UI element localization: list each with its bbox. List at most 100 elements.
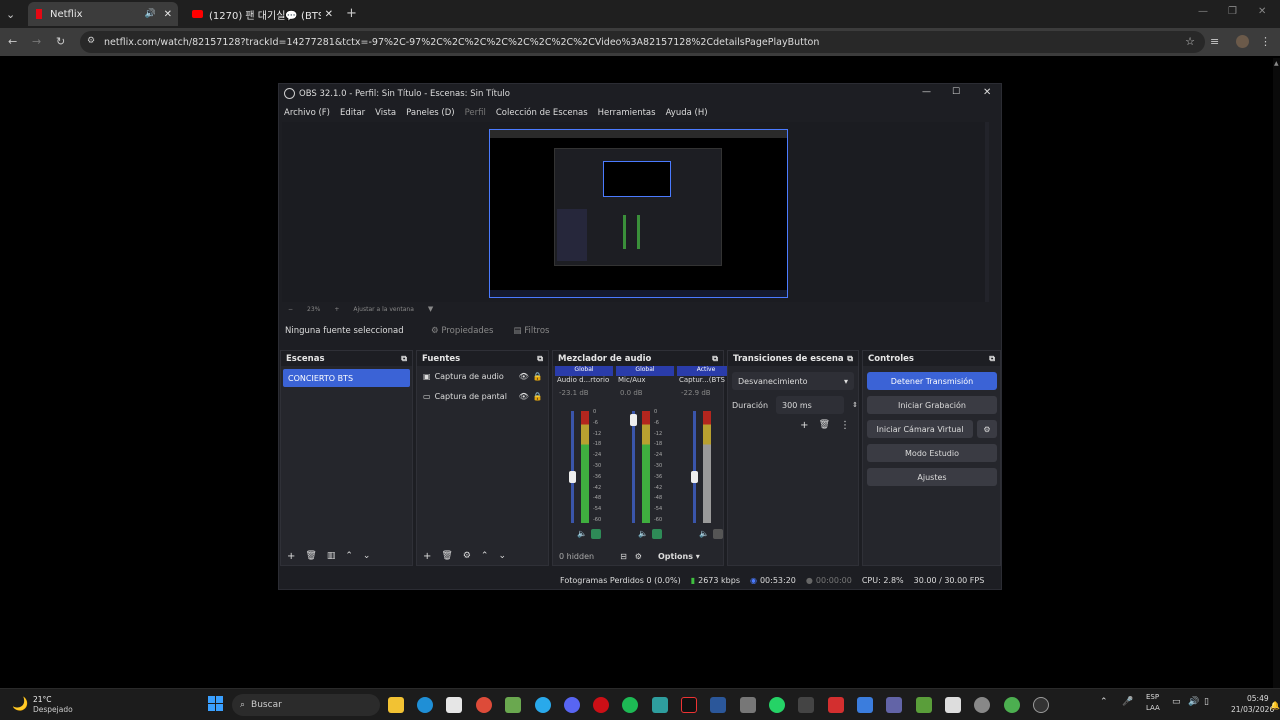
undock-icon[interactable]: ⧉	[712, 354, 718, 364]
app-white-icon[interactable]	[945, 697, 961, 713]
scene-filter-icon[interactable]: ▥	[327, 551, 336, 561]
obs-close-icon[interactable]: ✕	[983, 87, 991, 98]
trash-icon[interactable]: 🗑	[441, 551, 452, 561]
close-tab-icon[interactable]: ✕	[325, 9, 333, 20]
chrome-icon[interactable]	[476, 697, 492, 713]
menu-dots-icon[interactable]: ⋮	[1260, 35, 1271, 48]
trash-icon[interactable]: 🗑	[819, 420, 830, 431]
image-app-icon[interactable]	[916, 697, 932, 713]
fader-handle[interactable]	[630, 414, 637, 426]
volume-fader[interactable]	[632, 411, 635, 523]
tab-list-chevron-icon[interactable]: ⌄	[6, 8, 15, 21]
profile-avatar[interactable]	[1236, 35, 1249, 48]
word-icon[interactable]	[710, 697, 726, 713]
capcut-icon[interactable]	[652, 697, 668, 713]
mute-speaker-icon[interactable]: 🔈	[577, 529, 587, 538]
channel-name[interactable]: Audio d...rtorio	[555, 376, 613, 389]
channel-name[interactable]: Mic/Aux	[616, 376, 674, 389]
more-dots-icon[interactable]: ⋮	[840, 420, 850, 431]
tab-youtube[interactable]: (1270) 팬 대기실💬 (BTS 컴백 ✕	[184, 2, 339, 26]
scroll-up-arrow-icon[interactable]: ▲	[1274, 60, 1279, 68]
add-icon[interactable]: +	[800, 420, 808, 431]
undock-icon[interactable]: ⧉	[401, 354, 407, 364]
media-controls-icon[interactable]: ≡	[1210, 35, 1219, 48]
duration-input[interactable]: 300 ms	[776, 396, 845, 414]
trash-icon[interactable]: 🗑	[305, 551, 316, 561]
close-tab-icon[interactable]: ✕	[164, 9, 172, 20]
lock-icon[interactable]: 🔒	[533, 392, 543, 401]
address-bar[interactable]: ⚙ netflix.com/watch/82157128?trackId=142…	[80, 31, 1205, 53]
volume-icon[interactable]: 🔊	[1188, 697, 1199, 707]
move-up-icon[interactable]: ⌃	[481, 551, 489, 561]
close-window-icon[interactable]: ✕	[1258, 6, 1266, 17]
maximize-icon[interactable]: ❐	[1228, 6, 1237, 17]
zoom-out-button[interactable]: −	[288, 306, 293, 313]
transition-select[interactable]: Desvanecimiento ▾	[732, 372, 854, 390]
weather-moon-icon[interactable]: 🌙	[12, 697, 28, 712]
add-icon[interactable]: +	[423, 551, 431, 562]
clock-time[interactable]: 05:49	[1247, 694, 1269, 703]
monitor-headphones-icon[interactable]	[713, 529, 723, 539]
opera-icon[interactable]	[593, 697, 609, 713]
obs-maximize-icon[interactable]: ☐	[952, 87, 960, 97]
source-item[interactable]: ▣ Captura de audio 👁 🔒	[417, 366, 548, 386]
battery-icon[interactable]: ▯	[1204, 697, 1209, 707]
bookmark-star-icon[interactable]: ☆	[1185, 35, 1195, 48]
advanced-audio-icon[interactable]: ⚙	[635, 552, 642, 561]
filters-button[interactable]: ▤ Filtros	[513, 326, 549, 336]
move-down-icon[interactable]: ⌄	[498, 551, 506, 561]
menu-ayuda[interactable]: Ayuda (H)	[666, 108, 708, 118]
monitor-headphones-icon[interactable]	[652, 529, 662, 539]
undock-icon[interactable]: ⧉	[847, 354, 853, 364]
move-up-icon[interactable]: ⌃	[345, 551, 353, 561]
teams-icon[interactable]	[886, 697, 902, 713]
lock-icon[interactable]: 🔒	[533, 372, 543, 381]
add-icon[interactable]: +	[287, 551, 295, 562]
weather-desc[interactable]: Despejado	[33, 705, 73, 714]
visibility-eye-icon[interactable]: 👁	[519, 392, 529, 401]
studio-mode-button[interactable]: Modo Estudio	[867, 444, 997, 462]
obs-minimize-icon[interactable]: —	[922, 87, 931, 97]
menu-archivo[interactable]: Archivo (F)	[284, 108, 330, 118]
microphone-icon[interactable]: 🎤	[1122, 697, 1133, 707]
start-recording-button[interactable]: Iniciar Grabación	[867, 396, 997, 414]
weather-temp[interactable]: 21°C	[33, 695, 52, 704]
virtual-cam-settings-icon[interactable]: ⚙	[977, 420, 997, 438]
scene-item[interactable]: CONCIERTO BTS	[283, 369, 410, 387]
properties-button[interactable]: ⚙ Propiedades	[431, 326, 493, 336]
page-scrollbar[interactable]: ▲	[1273, 58, 1280, 688]
undock-icon[interactable]: ⧉	[537, 354, 543, 364]
tf-icon[interactable]	[798, 697, 814, 713]
volume-fader[interactable]	[693, 411, 696, 523]
zoom-dropdown-icon[interactable]: ▼	[428, 305, 433, 313]
visibility-eye-icon[interactable]: 👁	[519, 372, 529, 381]
edge-icon[interactable]	[417, 697, 433, 713]
undock-icon[interactable]: ⧉	[989, 354, 995, 364]
new-tab-icon[interactable]: +	[346, 6, 357, 21]
move-down-icon[interactable]: ⌄	[363, 551, 371, 561]
obs-taskbar-icon[interactable]	[1033, 697, 1049, 713]
menu-perfil[interactable]: Perfil	[465, 108, 486, 118]
calculator-icon[interactable]	[740, 697, 756, 713]
hidden-count[interactable]: 0 hidden	[559, 552, 594, 561]
windows-start-icon[interactable]	[208, 696, 223, 711]
fader-handle[interactable]	[569, 471, 576, 483]
start-virtual-cam-button[interactable]: Iniciar Cámara Virtual	[867, 420, 973, 438]
monitor-headphones-icon[interactable]	[591, 529, 601, 539]
mute-speaker-icon[interactable]: 🔈	[699, 529, 709, 538]
preview-scrollbar[interactable]	[985, 122, 989, 302]
menu-paneles[interactable]: Paneles (D)	[406, 108, 454, 118]
reload-icon[interactable]: ↻	[56, 35, 65, 48]
preview-area[interactable]	[282, 122, 989, 302]
source-item[interactable]: ▭ Captura de pantal 👁 🔒	[417, 386, 548, 406]
mute-speaker-icon[interactable]: 🔈	[638, 529, 648, 538]
file-explorer-icon[interactable]	[388, 697, 404, 713]
whatsapp-icon[interactable]	[769, 697, 785, 713]
fader-handle[interactable]	[691, 471, 698, 483]
settings-button[interactable]: Ajustes	[867, 468, 997, 486]
clock-date[interactable]: 21/03/2026	[1231, 705, 1274, 714]
source-settings-icon[interactable]: ⚙	[463, 551, 471, 561]
zoom-fit-label[interactable]: Ajustar a la ventana	[353, 306, 414, 313]
layout-toggle-icon[interactable]: ⊟	[620, 552, 627, 561]
minimize-icon[interactable]: —	[1198, 6, 1208, 17]
